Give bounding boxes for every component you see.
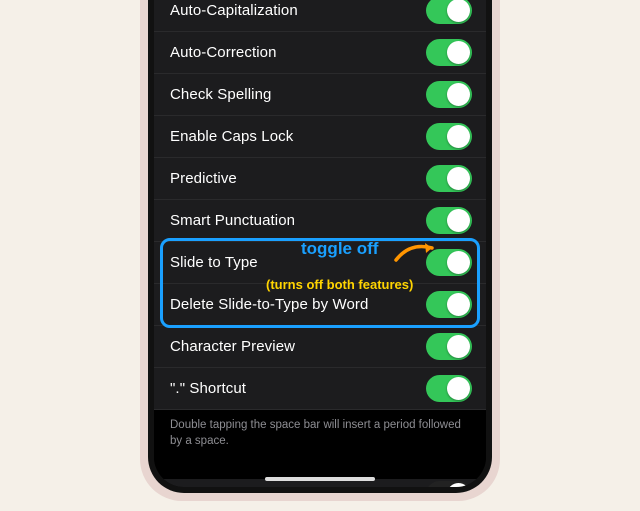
footnote-text: Double tapping the space bar will insert… [170, 418, 470, 449]
toggle-slide-to-type[interactable] [426, 249, 472, 276]
row-label: Auto-Capitalization [170, 2, 298, 19]
section-footer: Double tapping the space bar will insert… [154, 410, 486, 467]
phone-frame: Auto-Capitalization Auto-Correction Chec… [140, 0, 500, 501]
toggle-auto-correction[interactable] [426, 39, 472, 66]
row-label: Check Spelling [170, 86, 271, 103]
row-auto-correction[interactable]: Auto-Correction [154, 32, 486, 74]
row-character-preview[interactable]: Character Preview [154, 326, 486, 368]
row-auto-capitalization[interactable]: Auto-Capitalization [154, 0, 486, 32]
toggle-delete-slide-to-type-by-word[interactable] [426, 291, 472, 318]
row-predictive[interactable]: Predictive [154, 158, 486, 200]
toggle-auto-capitalization[interactable] [426, 0, 472, 24]
row-label: Auto-Correction [170, 44, 277, 61]
toggle-character-preview[interactable] [426, 333, 472, 360]
row-label: Slide to Type [170, 254, 258, 271]
toggle-smart-punctuation[interactable] [426, 207, 472, 234]
toggle-predictive[interactable] [426, 165, 472, 192]
toggle-enable-dictation[interactable] [426, 481, 472, 487]
row-period-shortcut[interactable]: "." Shortcut [154, 368, 486, 410]
row-label: Character Preview [170, 338, 295, 355]
row-label: Predictive [170, 170, 237, 187]
row-label: Smart Punctuation [170, 212, 295, 229]
toggle-enable-caps-lock[interactable] [426, 123, 472, 150]
row-label: "." Shortcut [170, 380, 246, 397]
row-enable-caps-lock[interactable]: Enable Caps Lock [154, 116, 486, 158]
row-slide-to-type[interactable]: Slide to Type [154, 242, 486, 284]
row-smart-punctuation[interactable]: Smart Punctuation [154, 200, 486, 242]
phone-screen: Auto-Capitalization Auto-Correction Chec… [154, 0, 486, 487]
toggle-check-spelling[interactable] [426, 81, 472, 108]
toggle-period-shortcut[interactable] [426, 375, 472, 402]
home-indicator [265, 477, 375, 481]
settings-list: Auto-Capitalization Auto-Correction Chec… [154, 0, 486, 487]
row-label: Delete Slide-to-Type by Word [170, 296, 368, 313]
row-check-spelling[interactable]: Check Spelling [154, 74, 486, 116]
row-delete-slide-to-type-by-word[interactable]: Delete Slide-to-Type by Word [154, 284, 486, 326]
row-label: Enable Caps Lock [170, 128, 293, 145]
